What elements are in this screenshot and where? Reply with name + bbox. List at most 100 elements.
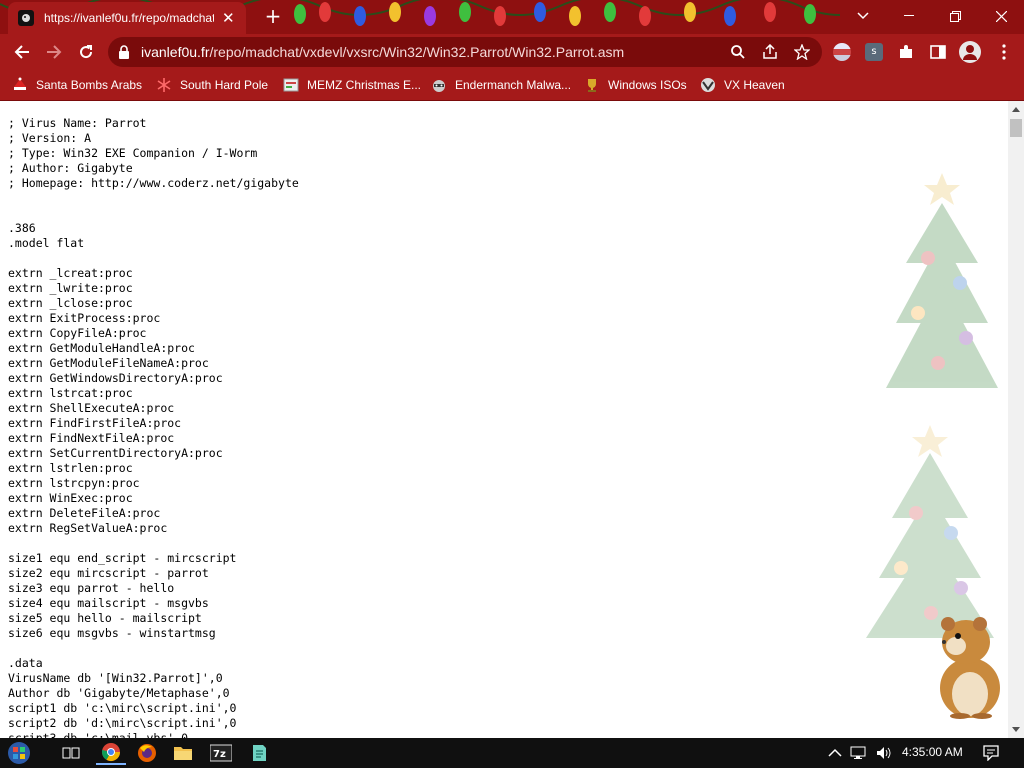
code-line: size5 equ hello - mailscript: [8, 611, 202, 625]
scroll-down-arrow-icon[interactable]: [1012, 727, 1020, 732]
firefox-icon: [138, 744, 156, 762]
start-button[interactable]: [4, 741, 34, 765]
7zip-icon: 7z: [210, 744, 232, 762]
code-line: extrn lstrlen:proc: [8, 461, 133, 475]
hamster-mascot-icon[interactable]: [930, 616, 1006, 720]
lock-icon[interactable]: [118, 45, 130, 59]
tab-close-icon[interactable]: ✕: [222, 10, 235, 26]
code-line: extrn lstrcat:proc: [8, 386, 133, 400]
bookmark-windows-isos[interactable]: Windows ISOs: [584, 76, 687, 94]
browser-toolbar: ivanlef0u.fr/repo/madchat/vxdevl/vxsrc/W…: [0, 34, 1024, 70]
address-bar[interactable]: ivanlef0u.fr/repo/madchat/vxdevl/vxsrc/W…: [108, 37, 822, 67]
code-line: .data: [8, 656, 43, 670]
code-line: ; Homepage: http://www.coderz.net/gigaby…: [8, 176, 299, 190]
scroll-up-arrow-icon[interactable]: [1012, 107, 1020, 112]
windows-taskbar: 7z 4:35:00 AM: [0, 738, 1024, 768]
code-line: size6 equ msgvbs - winstartmsg: [8, 626, 216, 640]
code-line: script3 db 'c:\mail.vbs',0: [8, 731, 189, 738]
forward-arrow-icon[interactable]: [42, 40, 66, 64]
code-line: extrn CopyFileA:proc: [8, 326, 147, 340]
bookmark-santa-bombs-arabs[interactable]: Santa Bombs Arabs: [12, 76, 142, 94]
code-line: extrn ShellExecuteA:proc: [8, 401, 175, 415]
taskbar-notepad[interactable]: [244, 741, 274, 765]
code-line: extrn ExitProcess:proc: [8, 311, 161, 325]
restore-button[interactable]: [932, 0, 978, 32]
code-line: extrn WinExec:proc: [8, 491, 133, 505]
profile-avatar[interactable]: [959, 41, 981, 63]
tab-title: https://ivanlef0u.fr/repo/madchat: [44, 11, 214, 25]
bookmark-south-hard-pole[interactable]: South Hard Pole: [156, 76, 268, 94]
minimize-button[interactable]: [886, 0, 932, 32]
close-window-button[interactable]: [978, 0, 1024, 32]
code-line: size2 equ mircscript - parrot: [8, 566, 209, 580]
reload-icon[interactable]: [74, 40, 98, 64]
chrome-icon: [101, 743, 120, 762]
menu-kebab-icon[interactable]: [992, 40, 1016, 64]
code-line: Author db 'Gigabyte/Metaphase',0: [8, 686, 230, 700]
snowflake-icon: [156, 77, 172, 93]
tab-search-chevron-icon[interactable]: [840, 0, 886, 32]
code-line: ; Author: Gigabyte: [8, 161, 133, 175]
browser-tab[interactable]: https://ivanlef0u.fr/repo/madchat ✕: [8, 2, 246, 34]
bookmark-label: MEMZ Christmas E...: [307, 78, 422, 92]
code-line: extrn _lcreat:proc: [8, 266, 133, 280]
taskbar-chrome[interactable]: [96, 741, 126, 765]
code-line: size4 equ mailscript - msgvbs: [8, 596, 209, 610]
side-panel-icon[interactable]: [929, 43, 947, 61]
code-line: ; Version: A: [8, 131, 92, 145]
share-icon[interactable]: [762, 44, 778, 60]
code-line: extrn RegSetValueA:proc: [8, 521, 168, 535]
bookmark-label: Windows ISOs: [608, 78, 687, 92]
vertical-scrollbar[interactable]: [1008, 101, 1024, 738]
code-line: ; Type: Win32 EXE Companion / I-Worm: [8, 146, 258, 160]
extension-s-icon[interactable]: s: [865, 43, 883, 61]
taskbar-file-explorer[interactable]: [168, 741, 198, 765]
volume-icon[interactable]: [876, 746, 892, 760]
source-code-text: ; Virus Name: Parrot; Version: A; Type: …: [8, 116, 299, 738]
bookmark-label: Santa Bombs Arabs: [36, 78, 143, 92]
task-view-button[interactable]: [56, 741, 86, 765]
bookmark-label: Endermanch Malwa...: [455, 78, 572, 92]
code-line: extrn _lwrite:proc: [8, 281, 133, 295]
title-bar: https://ivanlef0u.fr/repo/madchat ✕ +: [0, 0, 1024, 34]
taskbar-firefox[interactable]: [132, 741, 162, 765]
bookmark-endermanch-malware[interactable]: Endermanch Malwa...: [431, 76, 571, 94]
bookmark-memz-christmas[interactable]: MEMZ Christmas E...: [283, 76, 421, 94]
extensions-puzzle-icon[interactable]: [897, 43, 915, 61]
code-line: .386: [8, 221, 36, 235]
tray-chevron-up-icon[interactable]: [828, 748, 842, 758]
extension-flag-icon[interactable]: [833, 43, 851, 61]
code-line: extrn GetModuleHandleA:proc: [8, 341, 195, 355]
code-line: extrn GetModuleFileNameA:proc: [8, 356, 209, 370]
code-line: extrn SetCurrentDirectoryA:proc: [8, 446, 223, 460]
search-icon[interactable]: [730, 44, 746, 60]
new-tab-button[interactable]: +: [262, 6, 284, 28]
file-explorer-icon: [174, 747, 192, 760]
back-arrow-icon[interactable]: [10, 40, 34, 64]
taskbar-clock[interactable]: 4:35:00 AM: [902, 745, 963, 759]
task-view-icon: [62, 747, 80, 759]
code-line: extrn GetWindowsDirectoryA:proc: [8, 371, 223, 385]
url-text[interactable]: ivanlef0u.fr/repo/madchat/vxdevl/vxsrc/W…: [141, 44, 624, 60]
scrollbar-thumb[interactable]: [1010, 119, 1022, 137]
christmas-tree-decoration-2: [866, 425, 994, 638]
bookmark-vx-heaven[interactable]: VX Heaven: [700, 76, 785, 94]
page-content[interactable]: ; Virus Name: Parrot; Version: A; Type: …: [0, 101, 1008, 738]
code-line: .model flat: [8, 236, 85, 250]
page-icon: [283, 77, 299, 93]
code-line: extrn FindFirstFileA:proc: [8, 416, 182, 430]
taskbar-7zip[interactable]: 7z: [206, 741, 236, 765]
hamster-icon: [18, 10, 34, 26]
url-path: /repo/madchat/vxdevl/vxsrc/Win32/Win32.P…: [209, 44, 625, 60]
bookmarks-bar: Santa Bombs Arabs South Hard Pole MEMZ C…: [0, 70, 1024, 101]
code-line: size3 equ parrot - hello: [8, 581, 175, 595]
network-icon[interactable]: [850, 746, 868, 760]
bookmark-star-icon[interactable]: [794, 44, 810, 60]
santa-icon: [12, 77, 28, 93]
notification-center-icon[interactable]: [983, 745, 999, 761]
bookmark-label: South Hard Pole: [180, 78, 269, 92]
